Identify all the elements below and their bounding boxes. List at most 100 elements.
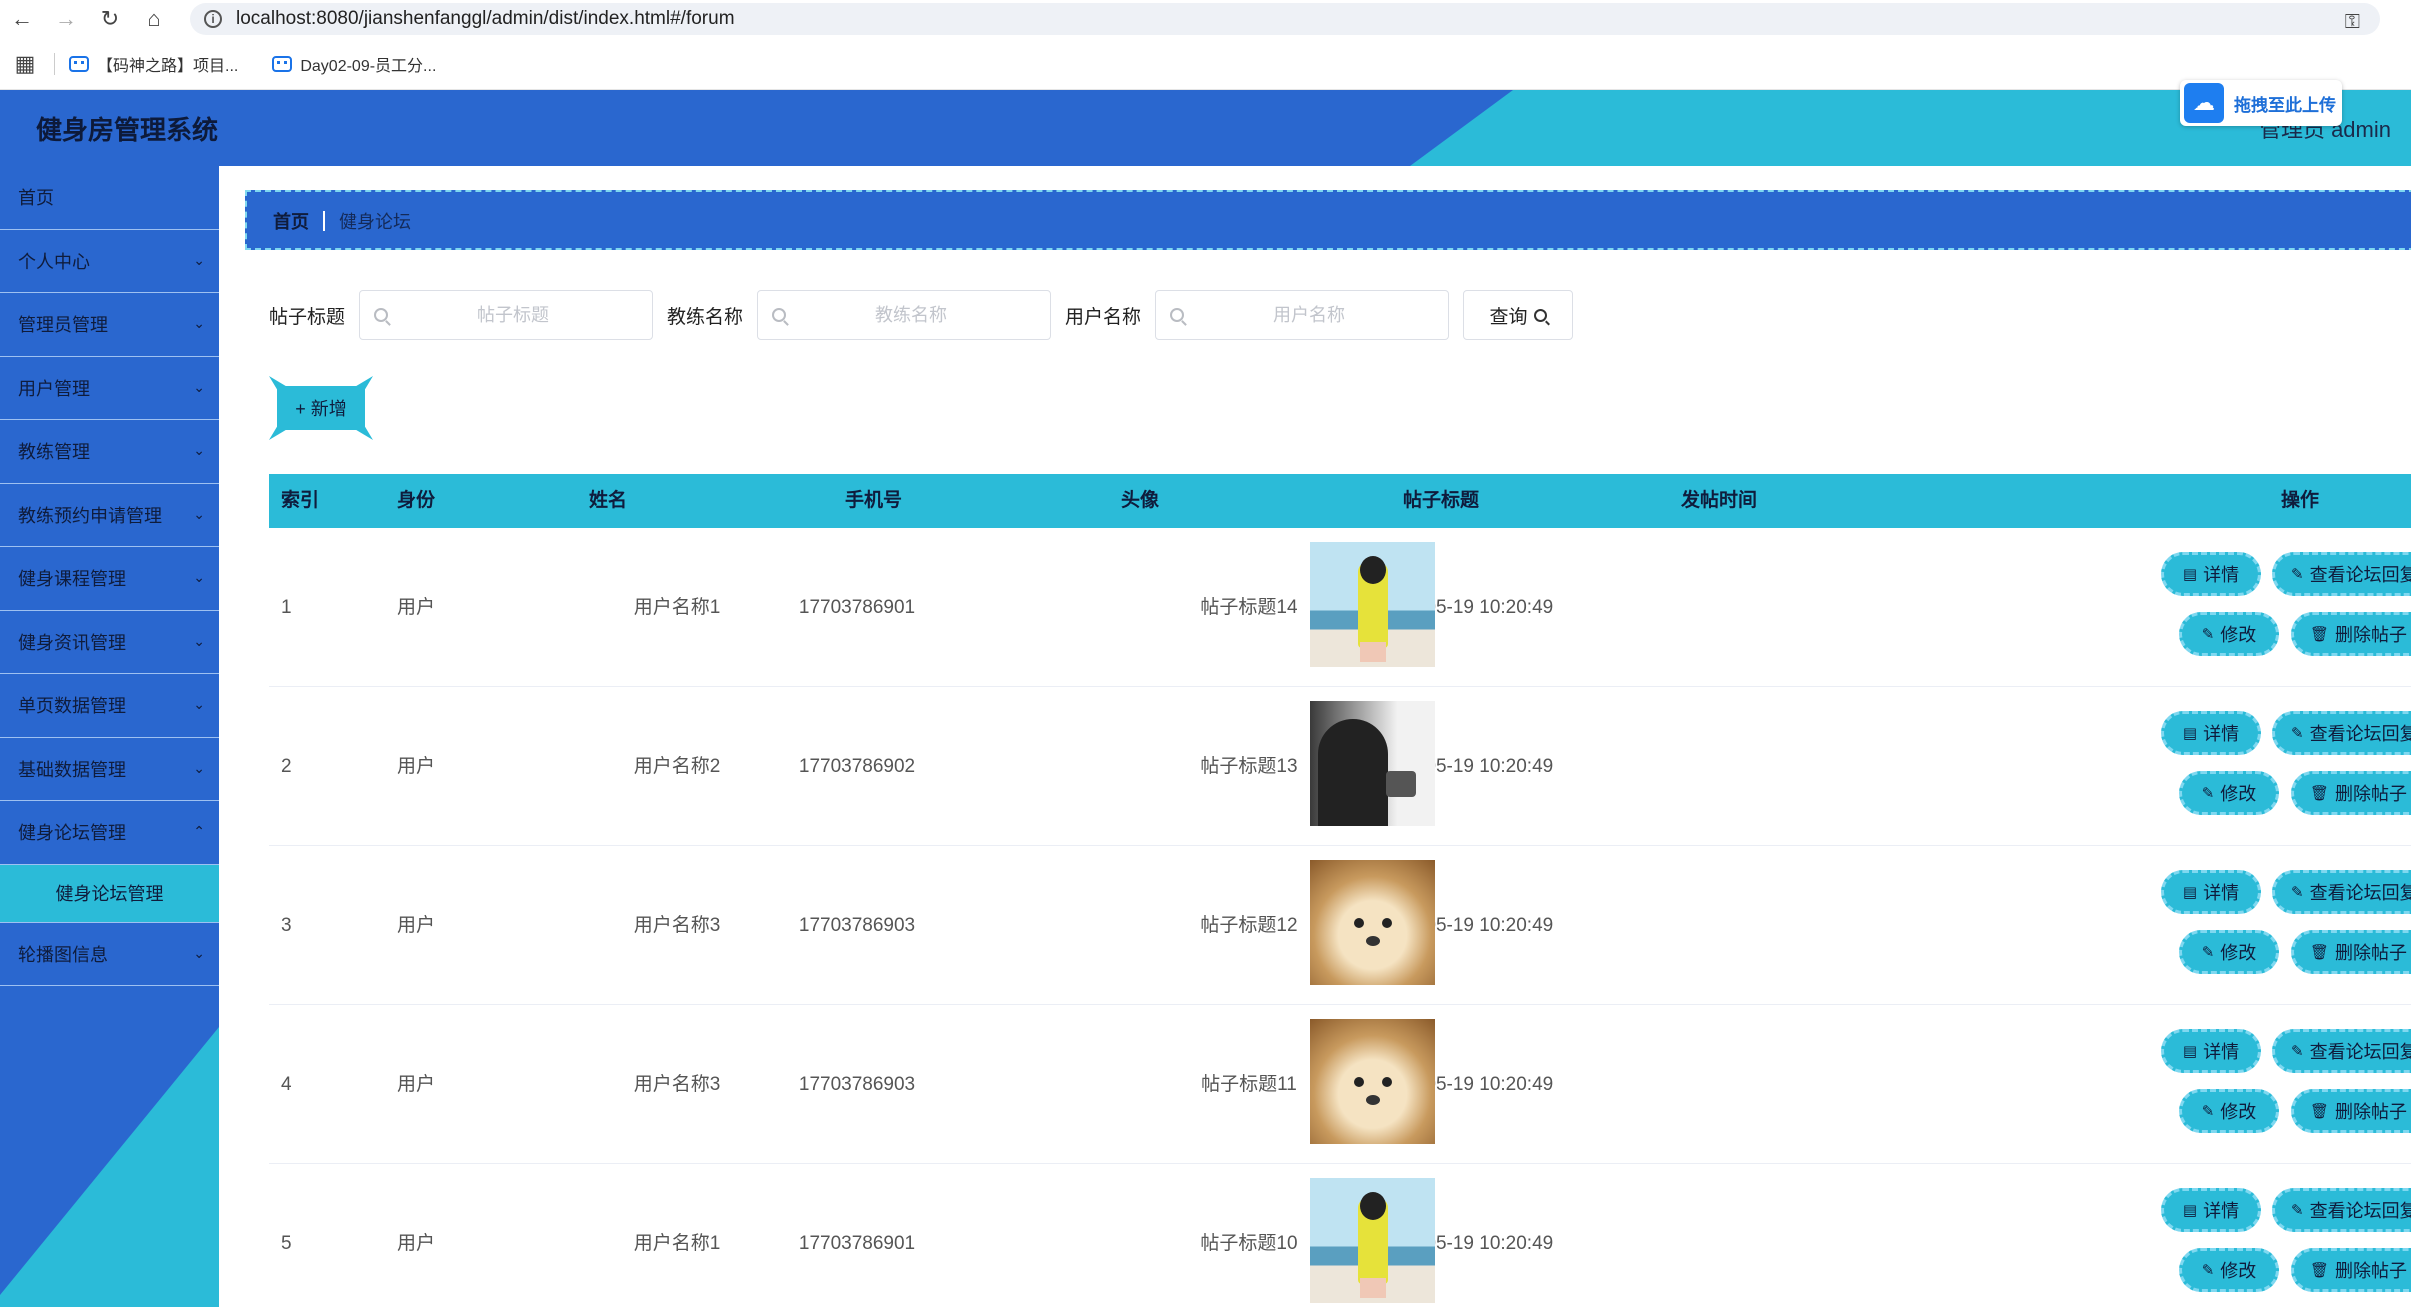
view-replies-button[interactable]: ✎ 查看论坛回复 — [2272, 552, 2411, 596]
upload-badge[interactable]: ☁ 拖拽至此上传 — [2180, 80, 2342, 126]
sidebar-item-admins[interactable]: 管理员管理 ⌄ — [0, 293, 219, 357]
back-icon[interactable]: ← — [0, 0, 44, 38]
chevron-down-icon: ⌄ — [193, 315, 205, 331]
url-text[interactable]: localhost:8080/jianshenfanggl/admin/dist… — [236, 8, 735, 30]
chevron-up-icon: ⌃ — [193, 823, 205, 839]
document-icon: ▤ — [2182, 1202, 2198, 1219]
detail-button[interactable]: ▤ 详情 — [2161, 870, 2261, 914]
delete-button[interactable]: 🗑 删除帖子 — [2291, 1089, 2411, 1133]
sidebar-item-users[interactable]: 用户管理 ⌄ — [0, 357, 219, 420]
edit-button[interactable]: ✎ 修改 — [2179, 1248, 2279, 1292]
edit-icon: ✎ — [2201, 1262, 2215, 1279]
view-replies-button[interactable]: ✎ 查看论坛回复 — [2272, 1029, 2411, 1073]
sidebar-item-single-page[interactable]: 单页数据管理 ⌄ — [0, 674, 219, 738]
avatar-image[interactable] — [1310, 542, 1435, 667]
coach-search-input[interactable] — [786, 304, 1037, 326]
document-icon: ▤ — [2182, 725, 2198, 742]
chevron-down-icon: ⌄ — [193, 944, 205, 961]
detail-button-label: 详情 — [2203, 1201, 2240, 1221]
delete-button[interactable]: 🗑 删除帖子 — [2291, 771, 2411, 815]
sidebar-item-courses[interactable]: 健身课程管理 ⌄ — [0, 547, 219, 611]
edit-icon: ✎ — [2291, 884, 2304, 901]
detail-button[interactable]: ▤ 详情 — [2161, 1029, 2261, 1073]
table-body: 1 用户 用户名称1 17703786901 帖子标题14 2023-05-19 10:2… — [269, 528, 2411, 1307]
cell-role: 用户 — [397, 1233, 436, 1254]
sidebar-item-forum[interactable]: 健身论坛管理 ⌃ — [0, 801, 219, 865]
sidebar-item-label: 教练预约申请管理 — [18, 505, 162, 526]
cloud-icon: ☁ — [2184, 83, 2224, 123]
cell-role: 用户 — [397, 915, 436, 936]
detail-button-label: 详情 — [2203, 883, 2240, 903]
cell-phone: 17703786902 — [798, 756, 916, 777]
user-search-input[interactable] — [1184, 304, 1435, 326]
bookmark-label: Day02-09-员工分... — [300, 57, 437, 75]
reload-icon[interactable]: ↻ — [88, 0, 132, 38]
cell-index: 4 — [281, 1074, 292, 1095]
edit-icon: ✎ — [2291, 1202, 2304, 1219]
bookmark-item[interactable]: Day02-09-员工分... — [272, 52, 436, 76]
sidebar-subitem-forum[interactable]: 健身论坛管理 — [0, 864, 219, 923]
edit-button[interactable]: ✎ 修改 — [2179, 612, 2279, 656]
col-name: 姓名 — [589, 490, 628, 511]
address-bar[interactable]: i localhost:8080/jianshenfanggl/admin/di… — [190, 3, 2380, 35]
info-icon[interactable]: i — [204, 10, 222, 28]
cell-name: 用户名称1 — [633, 597, 721, 618]
title-search-box[interactable] — [359, 290, 654, 340]
add-button-label: + 新增 — [277, 386, 365, 430]
avatar-image[interactable] — [1310, 1178, 1435, 1303]
forward-icon[interactable]: → — [44, 0, 88, 38]
table-row: 5 用户 用户名称1 17703786901 帖子标题10 2023-05-19 10:2… — [269, 1164, 2411, 1307]
add-button[interactable]: + 新增 — [269, 376, 373, 440]
sidebar-item-coaches[interactable]: 教练管理 ⌄ — [0, 420, 219, 484]
edit-button-label: 修改 — [2220, 1102, 2257, 1122]
avatar-image[interactable] — [1310, 860, 1435, 985]
view-replies-button[interactable]: ✎ 查看论坛回复 — [2272, 711, 2411, 755]
sidebar-item-bookings[interactable]: 教练预约申请管理 ⌄ — [0, 484, 219, 547]
apps-grid-icon[interactable]: ▦ — [0, 51, 50, 77]
delete-button-label: 删除帖子 — [2335, 784, 2408, 804]
detail-button[interactable]: ▤ 详情 — [2161, 552, 2261, 596]
delete-button-label: 删除帖子 — [2335, 1261, 2408, 1281]
title-search-input[interactable] — [388, 304, 639, 326]
coach-search-box[interactable] — [757, 290, 1052, 340]
sidebar-item-carousel[interactable]: 轮播图信息 ⌄ — [0, 923, 219, 986]
sidebar-item-personal[interactable]: 个人中心 ⌄ — [0, 230, 219, 293]
edit-button-label: 修改 — [2220, 1261, 2257, 1281]
search-icon — [1170, 308, 1185, 322]
user-search-box[interactable] — [1155, 290, 1450, 340]
col-phone: 手机号 — [845, 490, 903, 511]
table-row: 2 用户 用户名称2 17703786902 帖子标题13 2023-05-19 10:2… — [269, 687, 2411, 846]
sidebar-item-news[interactable]: 健身资讯管理 ⌄ — [0, 611, 219, 674]
cell-role: 用户 — [397, 756, 436, 777]
key-icon[interactable]: ⚿ — [2345, 11, 2360, 34]
bookmark-item[interactable]: 【码神之路】项目... — [69, 52, 238, 76]
chevron-down-icon: ⌄ — [193, 632, 205, 649]
sidebar-item-label: 健身课程管理 — [18, 569, 126, 590]
bookmarks-bar: ▦ 【码神之路】项目... Day02-09-员工分... — [0, 38, 2411, 90]
edit-button[interactable]: ✎ 修改 — [2179, 930, 2279, 974]
sidebar-item-home[interactable]: 首页 — [0, 166, 219, 230]
home-icon[interactable]: ⌂ — [132, 0, 176, 38]
detail-button[interactable]: ▤ 详情 — [2161, 1188, 2261, 1232]
breadcrumb-current: 健身论坛 — [339, 212, 411, 232]
delete-button[interactable]: 🗑 删除帖子 — [2291, 1248, 2411, 1292]
detail-button[interactable]: ▤ 详情 — [2161, 711, 2261, 755]
chevron-down-icon: ⌄ — [193, 378, 205, 395]
view-replies-button[interactable]: ✎ 查看论坛回复 — [2272, 870, 2411, 914]
edit-button[interactable]: ✎ 修改 — [2179, 771, 2279, 815]
delete-button[interactable]: 🗑 删除帖子 — [2291, 612, 2411, 656]
sidebar-item-base-data[interactable]: 基础数据管理 ⌄ — [0, 738, 219, 801]
avatar-image[interactable] — [1310, 701, 1435, 826]
query-button[interactable]: 查询 — [1463, 290, 1574, 340]
edit-icon: ✎ — [2291, 1043, 2304, 1060]
sidebar-item-label: 健身资讯管理 — [18, 632, 126, 653]
delete-button[interactable]: 🗑 删除帖子 — [2291, 930, 2411, 974]
view-replies-button[interactable]: ✎ 查看论坛回复 — [2272, 1188, 2411, 1232]
avatar-image[interactable] — [1310, 1019, 1435, 1144]
edit-button[interactable]: ✎ 修改 — [2179, 1089, 2279, 1133]
breadcrumb-home[interactable]: 首页 — [273, 208, 309, 234]
trash-icon: 🗑 — [2310, 944, 2330, 961]
chevron-down-icon: ⌄ — [193, 569, 205, 585]
cell-name: 用户名称3 — [633, 915, 721, 936]
sidebar-item-label: 教练管理 — [18, 442, 90, 463]
